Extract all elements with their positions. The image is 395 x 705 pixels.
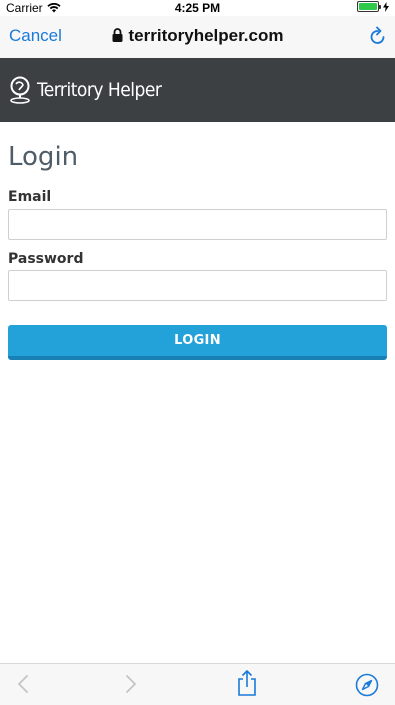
back-icon[interactable] (16, 672, 30, 696)
status-bar: Carrier 4:25 PM (0, 0, 395, 16)
reload-icon[interactable] (369, 26, 387, 46)
compass-icon[interactable] (355, 673, 379, 697)
login-button[interactable]: LOGIN (8, 325, 387, 360)
battery-level (359, 3, 377, 10)
status-right (357, 1, 389, 12)
bottom-toolbar (0, 663, 395, 705)
charging-icon (383, 1, 389, 12)
url-text: territoryhelper.com (128, 26, 284, 45)
logo-text: Territory Helper (37, 79, 162, 101)
lock-icon (112, 28, 123, 42)
battery-icon (357, 1, 381, 12)
map-pin-icon (10, 76, 30, 104)
forward-icon[interactable] (124, 672, 138, 696)
logo[interactable]: Territory Helper (9, 76, 162, 104)
email-label: Email (8, 189, 52, 205)
page-title: Login (8, 142, 79, 172)
app-header: Territory Helper (0, 58, 395, 122)
share-icon[interactable] (236, 669, 258, 697)
password-field[interactable] (8, 270, 387, 301)
email-field[interactable] (8, 209, 387, 240)
browser-bar: Cancel territoryhelper.com (0, 16, 395, 58)
url-bar[interactable]: territoryhelper.com (0, 26, 395, 46)
password-label: Password (8, 251, 84, 267)
status-time: 4:25 PM (174, 1, 221, 15)
